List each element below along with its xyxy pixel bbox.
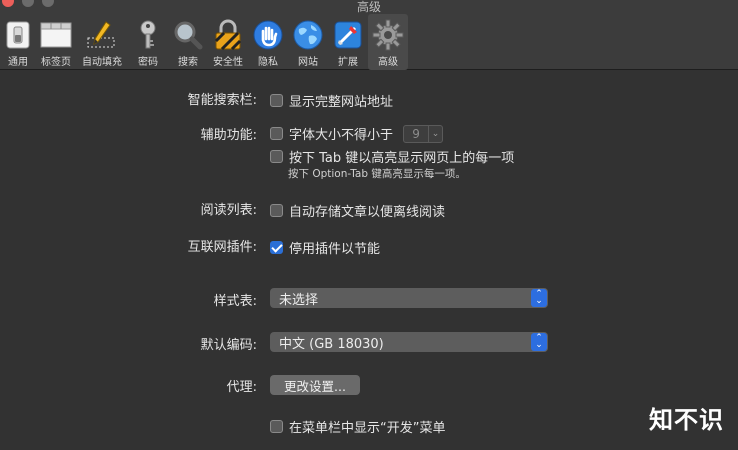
chevron-down-icon: ⌄ <box>428 125 442 142</box>
watermark-logo: 知不识 <box>649 406 724 434</box>
min-font-size-checkbox[interactable] <box>270 127 283 140</box>
tab-highlight-checkbox[interactable] <box>270 150 283 163</box>
stop-plugins-checkbox[interactable] <box>270 241 283 254</box>
default-encoding-value: 中文 (GB 18030) <box>279 336 384 352</box>
toolbar-label: 自动填充 <box>82 57 122 68</box>
toolbar-label: 密码 <box>138 57 158 68</box>
toolbar-item-passwords[interactable]: 密码 <box>128 14 168 70</box>
show-full-address-option[interactable]: 显示完整网站地址 <box>270 91 393 110</box>
reading-list-label: 阅读列表: <box>200 203 257 218</box>
show-develop-menu-checkbox[interactable] <box>270 420 283 433</box>
show-develop-menu-text: 在菜单栏中显示“开发”菜单 <box>289 421 446 436</box>
updown-chevron-icon: ⌃ ⌄ <box>531 289 547 307</box>
toolbar-item-general[interactable]: 通用 <box>0 14 36 70</box>
toolbar-label: 扩展 <box>338 57 358 68</box>
toolbar-item-extensions[interactable]: 扩展 <box>328 14 368 70</box>
offline-reading-checkbox[interactable] <box>270 204 283 217</box>
tab-highlight-text: 按下 Tab 键以高亮显示网页上的每一项 <box>289 151 515 166</box>
lock-icon <box>212 19 244 51</box>
gear-icon <box>372 19 404 51</box>
magnifier-icon <box>172 19 204 51</box>
toolbar-item-websites[interactable]: 网站 <box>288 14 328 70</box>
toolbar-label: 高级 <box>378 57 398 68</box>
accessibility-label: 辅助功能: <box>200 128 257 143</box>
updown-chevron-icon: ⌃ ⌄ <box>531 333 547 351</box>
toolbar-item-privacy[interactable]: 隐私 <box>248 14 288 70</box>
stylesheet-select[interactable]: 未选择 ⌃ ⌄ <box>270 288 548 308</box>
hand-icon <box>252 19 284 51</box>
tabs-icon <box>40 19 72 51</box>
default-encoding-select[interactable]: 中文 (GB 18030) ⌃ ⌄ <box>270 332 548 352</box>
show-full-address-checkbox[interactable] <box>270 94 283 107</box>
toolbar-label: 安全性 <box>213 57 243 68</box>
stylesheet-value: 未选择 <box>279 292 319 308</box>
autofill-pencil-icon <box>86 19 118 51</box>
show-develop-menu-option[interactable]: 在菜单栏中显示“开发”菜单 <box>270 417 445 436</box>
default-encoding-label: 默认编码: <box>200 338 257 353</box>
toolbar-item-tabs[interactable]: 标签页 <box>36 14 76 70</box>
general-switch-icon <box>2 19 34 51</box>
toolbar-item-search[interactable]: 搜索 <box>168 14 208 70</box>
toolbar-item-advanced[interactable]: 高级 <box>368 14 408 70</box>
title-toolbar-region: 高级 通用 标签页 自动填充 密码 搜索 安全性 隐私 网站 扩展 高级 <box>0 0 738 70</box>
toolbar-label: 网站 <box>298 57 318 68</box>
show-full-address-text: 显示完整网站地址 <box>289 95 394 110</box>
globe-icon <box>292 19 324 51</box>
offline-reading-option[interactable]: 自动存储文章以便离线阅读 <box>270 201 445 220</box>
key-icon <box>132 19 164 51</box>
stylesheet-label: 样式表: <box>213 294 257 309</box>
offline-reading-text: 自动存储文章以便离线阅读 <box>289 205 446 220</box>
toolbar-label: 标签页 <box>41 57 71 68</box>
toolbar-item-security[interactable]: 安全性 <box>208 14 248 70</box>
internet-plugins-label: 互联网插件: <box>187 240 257 255</box>
min-font-size-option[interactable]: 字体大小不得小于 9 ⌄ <box>270 124 444 143</box>
min-font-size-value: 9 <box>412 126 420 141</box>
preferences-toolbar: 通用 标签页 自动填充 密码 搜索 安全性 隐私 网站 扩展 高级 <box>0 14 408 70</box>
min-font-size-text: 字体大小不得小于 <box>289 128 394 143</box>
change-settings-button[interactable]: 更改设置... <box>270 375 360 395</box>
toolbar-label: 通用 <box>8 57 28 68</box>
proxy-label: 代理: <box>226 380 257 395</box>
min-font-size-select[interactable]: 9 ⌄ <box>403 124 444 143</box>
puzzle-icon <box>332 19 364 51</box>
toolbar-label: 隐私 <box>258 57 278 68</box>
option-tab-note: 按下 Option-Tab 键高亮显示每一项。 <box>288 168 466 180</box>
window-title: 高级 <box>356 0 381 14</box>
toolbar-item-autofill[interactable]: 自动填充 <box>76 14 128 70</box>
toolbar-label: 搜索 <box>178 57 198 68</box>
smart-search-label: 智能搜索栏: <box>187 93 257 108</box>
stop-plugins-text: 停用插件以节能 <box>289 242 381 257</box>
stop-plugins-option[interactable]: 停用插件以节能 <box>270 238 380 257</box>
tab-highlight-option[interactable]: 按下 Tab 键以高亮显示网页上的每一项 <box>270 147 514 166</box>
